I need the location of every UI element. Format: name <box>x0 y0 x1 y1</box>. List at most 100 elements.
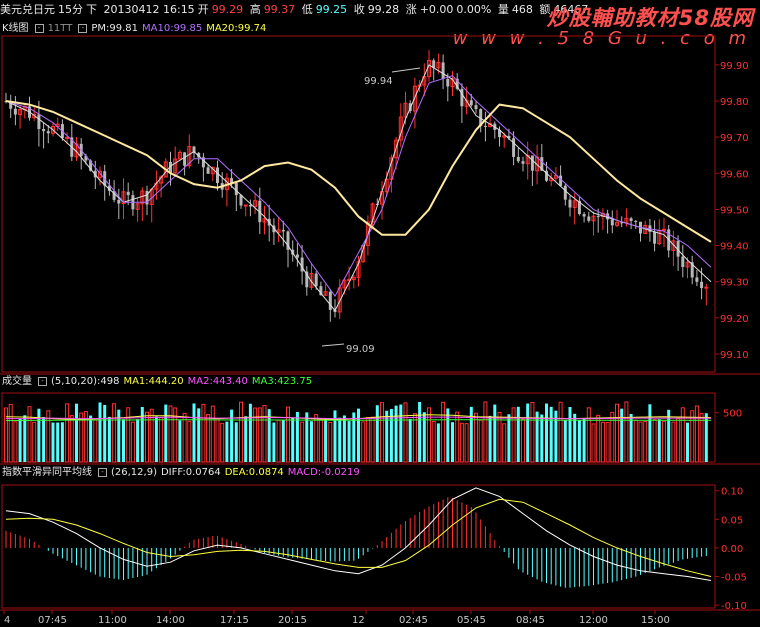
kline-y-tick-label: 99.50 <box>720 205 749 216</box>
volume-title[interactable]: 成交量 <box>2 376 32 387</box>
volume-bar <box>8 403 13 463</box>
volume-bar <box>624 401 629 463</box>
volume-bar <box>478 419 483 463</box>
candle-body <box>681 256 685 267</box>
candle-body <box>281 230 285 232</box>
volume-bar <box>262 405 267 463</box>
x-tick-label: 11:00 <box>98 615 127 626</box>
volume-bar <box>272 422 276 462</box>
candle-body <box>37 114 41 130</box>
volume-bar <box>215 417 220 463</box>
collapse-icon[interactable]: - <box>98 467 107 477</box>
volume-bar <box>545 403 548 462</box>
candle-body <box>42 129 46 132</box>
volume-bar <box>357 408 360 462</box>
volume-bar <box>23 415 27 462</box>
volume-bar <box>159 417 164 463</box>
volume-bar <box>4 407 8 463</box>
volume-bar <box>370 416 375 463</box>
macd-label: MACD: <box>287 467 322 478</box>
volume-bar <box>295 411 299 462</box>
collapse-icon[interactable]: - <box>78 23 88 33</box>
volume-bar <box>103 404 107 462</box>
candle-body <box>216 167 219 184</box>
candle-body <box>474 105 478 110</box>
volume-bar <box>126 407 131 463</box>
volume-params: (5,10,20) <box>51 376 97 387</box>
volume-bar <box>511 407 516 463</box>
ma3-label: MA3: <box>251 376 278 387</box>
annotation-leader <box>321 343 345 347</box>
volume-bar <box>69 415 74 463</box>
candle-body <box>563 185 567 200</box>
candle-body <box>582 214 586 217</box>
volume-bar <box>403 402 408 463</box>
volume-bar <box>591 423 596 463</box>
kline-y-tick-label: 99.60 <box>720 169 749 180</box>
x-tick-label: 05:45 <box>457 615 486 626</box>
volume-bar <box>615 403 619 463</box>
volume-bar <box>168 405 173 463</box>
volume-bar <box>210 405 215 463</box>
volume-bar <box>338 417 342 462</box>
volume-bar <box>112 403 117 463</box>
macd-title[interactable]: 指数平滑异同平均线 <box>2 467 92 478</box>
volume-bar <box>573 413 577 462</box>
candle-body <box>521 161 525 164</box>
diff-value: 0.0764 <box>185 467 221 478</box>
volume-bar <box>27 406 32 463</box>
ma20-line <box>5 100 712 243</box>
candle-body <box>568 199 572 208</box>
dea-value: 0.0874 <box>248 467 284 478</box>
volume-bar <box>220 422 225 463</box>
candle-body <box>13 108 17 115</box>
volume-bar <box>427 407 431 463</box>
ma1-label: MA1: <box>123 376 149 387</box>
candle-body <box>634 220 638 222</box>
volume-bar <box>530 402 535 463</box>
volume-bar <box>549 406 553 462</box>
volume-bar <box>18 418 22 462</box>
x-tick-label: 20:15 <box>278 615 307 626</box>
volume-bar <box>164 404 168 462</box>
volume-bar <box>643 421 648 463</box>
collapse-icon[interactable]: - <box>34 23 44 33</box>
volume-bar <box>535 411 539 462</box>
volume-bar <box>89 415 93 462</box>
candle-body <box>469 100 473 106</box>
volume-bar <box>526 403 530 462</box>
candle-body <box>314 273 318 287</box>
volume-bar <box>310 421 313 462</box>
kline-title[interactable]: K线图 <box>2 23 29 34</box>
volume-bar <box>657 419 661 462</box>
candle-body <box>328 291 332 310</box>
kline-indicator[interactable]: 11TT <box>48 23 73 34</box>
collapse-icon[interactable]: - <box>38 376 47 386</box>
volume-bar <box>676 417 681 463</box>
volume-bar <box>483 401 488 463</box>
candle-body <box>559 175 563 186</box>
candle-body <box>512 138 516 157</box>
volume-bar <box>469 406 473 462</box>
macd-value: -0.0219 <box>321 467 360 478</box>
x-tick-label: 02:45 <box>399 615 428 626</box>
volume-bar <box>507 414 511 462</box>
x-tick-label: 07:45 <box>38 615 67 626</box>
volume-bar <box>314 414 319 463</box>
ma1-value: 444.20 <box>148 376 184 387</box>
x-tick-label: 14:00 <box>156 615 185 626</box>
macd-y-tick-label: -0.05 <box>721 573 747 584</box>
kline-y-tick-label: 99.70 <box>720 133 749 144</box>
volume-bar <box>291 417 295 462</box>
volume-bar <box>318 419 323 463</box>
chart-canvas[interactable]: 99.90 99.80 99.70 99.60 99.50 99.40 99.30 99.20… <box>0 0 760 627</box>
volume-bar <box>638 421 643 463</box>
volume-bar <box>493 404 497 462</box>
volume-bar <box>286 406 290 463</box>
candle-body <box>695 277 699 282</box>
volume-bar <box>300 421 305 463</box>
ma20-value: 99.74 <box>237 23 267 34</box>
ma20-label: MA20: <box>206 23 238 34</box>
volume-bar <box>42 417 46 462</box>
diff-label: DIFF: <box>160 467 186 478</box>
